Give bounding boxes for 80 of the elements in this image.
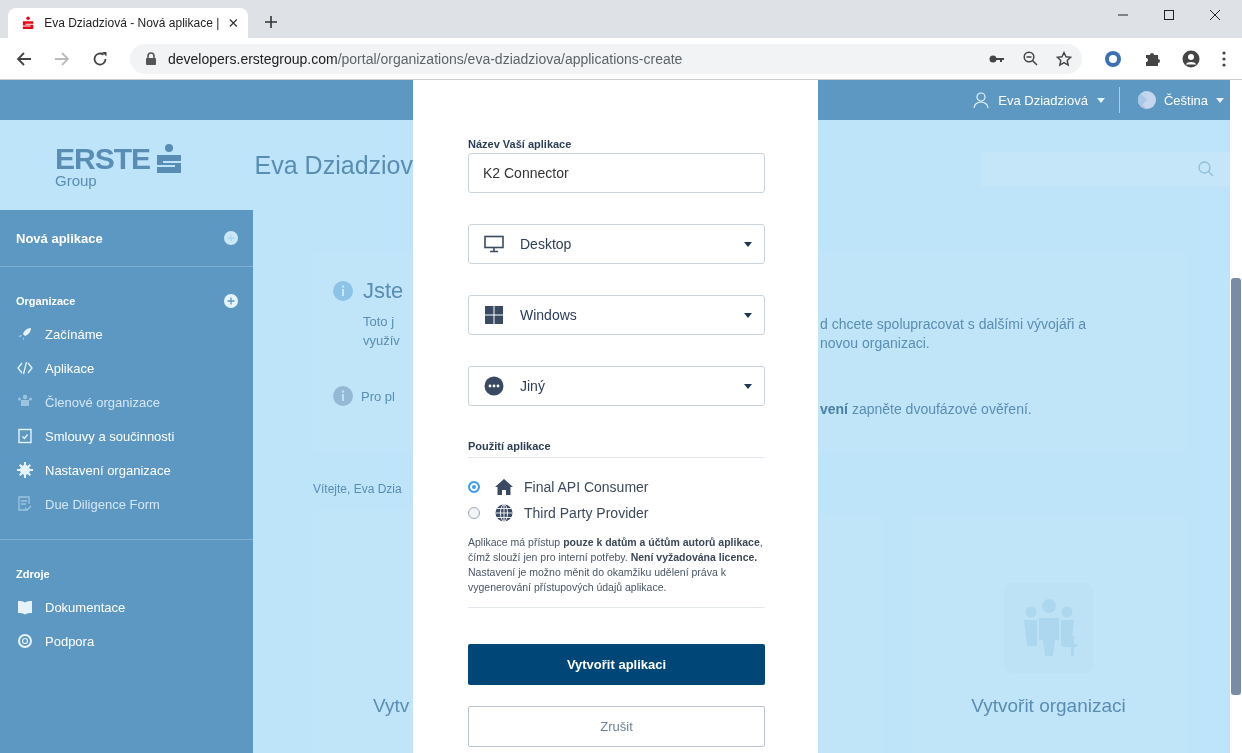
search-field[interactable] bbox=[981, 151, 1230, 187]
rocket-icon bbox=[17, 326, 33, 342]
bank-logo-icon bbox=[22, 15, 35, 31]
scrollbar-thumb[interactable] bbox=[1231, 278, 1241, 695]
profile-icon[interactable] bbox=[1182, 49, 1200, 68]
lifebuoy-icon bbox=[17, 633, 33, 649]
home-icon bbox=[495, 478, 513, 496]
sidebar-section-title: Organizace bbox=[16, 295, 76, 307]
action-card[interactable]: Vytvořit organizaci bbox=[911, 514, 1186, 753]
info-icon bbox=[333, 281, 353, 301]
caret-icon bbox=[744, 312, 752, 318]
reload-icon[interactable] bbox=[92, 50, 108, 67]
star-icon[interactable] bbox=[1056, 50, 1072, 67]
close-icon[interactable] bbox=[229, 18, 238, 28]
new-tab-icon[interactable] bbox=[264, 15, 278, 29]
extension-icon[interactable] bbox=[1104, 49, 1122, 68]
field-label: Název Vaší aplikace bbox=[468, 138, 573, 150]
windows-icon bbox=[484, 305, 504, 325]
user-menu[interactable]: Eva Dziadziová bbox=[973, 87, 1120, 113]
back-icon[interactable] bbox=[16, 50, 32, 67]
browser-tab[interactable]: Eva Dziadziová - Nová aplikace | bbox=[8, 8, 248, 38]
caret-icon bbox=[1216, 97, 1224, 103]
radio-option[interactable]: Third Party Provider bbox=[468, 504, 765, 522]
usage-description: Aplikace má přístup pouze k datům a účtům autorů aplikace, čímž slouží jen pro interní potřeby. Není vyžadována licence. Nastavení je možno měnit do okamžiku udělení práva k vygenerování přístupových údajů aplikace. bbox=[468, 535, 764, 595]
form-icon bbox=[17, 496, 33, 512]
dropdown[interactable]: Windows bbox=[468, 295, 765, 335]
user-icon bbox=[973, 92, 990, 108]
card-text: d chcete spolupracovat s dalšími vývojáři a bbox=[820, 315, 1088, 334]
card-title: Vytv bbox=[373, 695, 410, 717]
search-icon bbox=[1198, 161, 1214, 177]
card-text: Pro pl bbox=[361, 387, 395, 406]
globe-icon bbox=[495, 504, 513, 522]
action-card[interactable]: Vytv bbox=[313, 510, 413, 753]
sidebar-item[interactable]: Smlouvy a součinnosti bbox=[0, 419, 253, 453]
card-heading: Jste bbox=[363, 278, 404, 304]
tab-title: Eva Dziadziová - Nová aplikace | bbox=[44, 16, 220, 30]
sidebar-section-title: Zdroje bbox=[16, 568, 50, 580]
puzzle-icon[interactable] bbox=[1144, 50, 1160, 67]
lock-icon bbox=[146, 52, 156, 65]
card-text: novou organizaci. bbox=[820, 334, 931, 353]
code-icon bbox=[17, 360, 33, 376]
menu-icon[interactable] bbox=[1222, 50, 1226, 67]
sidebar-item[interactable]: Podpora bbox=[0, 624, 253, 658]
desktop-icon bbox=[484, 234, 504, 254]
plus-circle-icon[interactable] bbox=[224, 294, 238, 308]
caret-icon bbox=[744, 383, 752, 389]
bank-logo[interactable]: ERSTE Group bbox=[0, 141, 243, 189]
radio-button[interactable] bbox=[468, 507, 480, 519]
card-text: vení zapněte dvoufázové ověření. bbox=[820, 400, 1033, 419]
dots-icon bbox=[484, 376, 504, 396]
book-icon bbox=[17, 599, 33, 615]
sidebar-item[interactable]: Nastavení organizace bbox=[0, 453, 253, 487]
radio-option[interactable]: Final API Consumer bbox=[468, 478, 765, 496]
radio-button[interactable] bbox=[468, 481, 480, 493]
sidebar-item[interactable]: Začínáme bbox=[0, 317, 253, 351]
contract-icon bbox=[17, 428, 33, 444]
caret-icon bbox=[1096, 97, 1105, 103]
maximize-icon[interactable] bbox=[1164, 10, 1174, 20]
zoom-out-icon[interactable] bbox=[1023, 51, 1038, 66]
key-icon[interactable] bbox=[989, 53, 1005, 64]
info-icon bbox=[333, 386, 353, 406]
cancel-button[interactable]: Zrušit bbox=[468, 706, 765, 747]
app-name-field[interactable]: K2 Connector bbox=[468, 153, 765, 193]
section-label: Použití aplikace bbox=[468, 440, 765, 458]
card-text: Toto j bbox=[363, 313, 396, 331]
page-title: Eva Dziadziov bbox=[254, 150, 413, 180]
dropdown[interactable]: Jiný bbox=[468, 366, 765, 406]
dropdown[interactable]: Desktop bbox=[468, 224, 765, 264]
card-text: využív bbox=[363, 332, 401, 350]
close-icon[interactable] bbox=[1210, 10, 1220, 20]
sidebar-item[interactable]: Aplikace bbox=[0, 351, 253, 385]
caret-icon bbox=[744, 241, 752, 247]
sidebar-item[interactable]: Dokumentace bbox=[0, 590, 253, 624]
gear-icon bbox=[17, 462, 33, 478]
create-app-button[interactable]: Vytvořit aplikaci bbox=[468, 644, 765, 685]
address-field[interactable]: developers.erstegroup.com/portal/organizations/eva-dziadziova/applications-create bbox=[130, 43, 1082, 74]
welcome-text: Vítejte, Eva Dzia bbox=[313, 482, 403, 496]
new-app-item[interactable]: Nová aplikace bbox=[0, 210, 253, 267]
language-menu[interactable]: Čeština bbox=[1119, 87, 1230, 113]
card-title: Vytvořit organizaci bbox=[971, 695, 1126, 717]
